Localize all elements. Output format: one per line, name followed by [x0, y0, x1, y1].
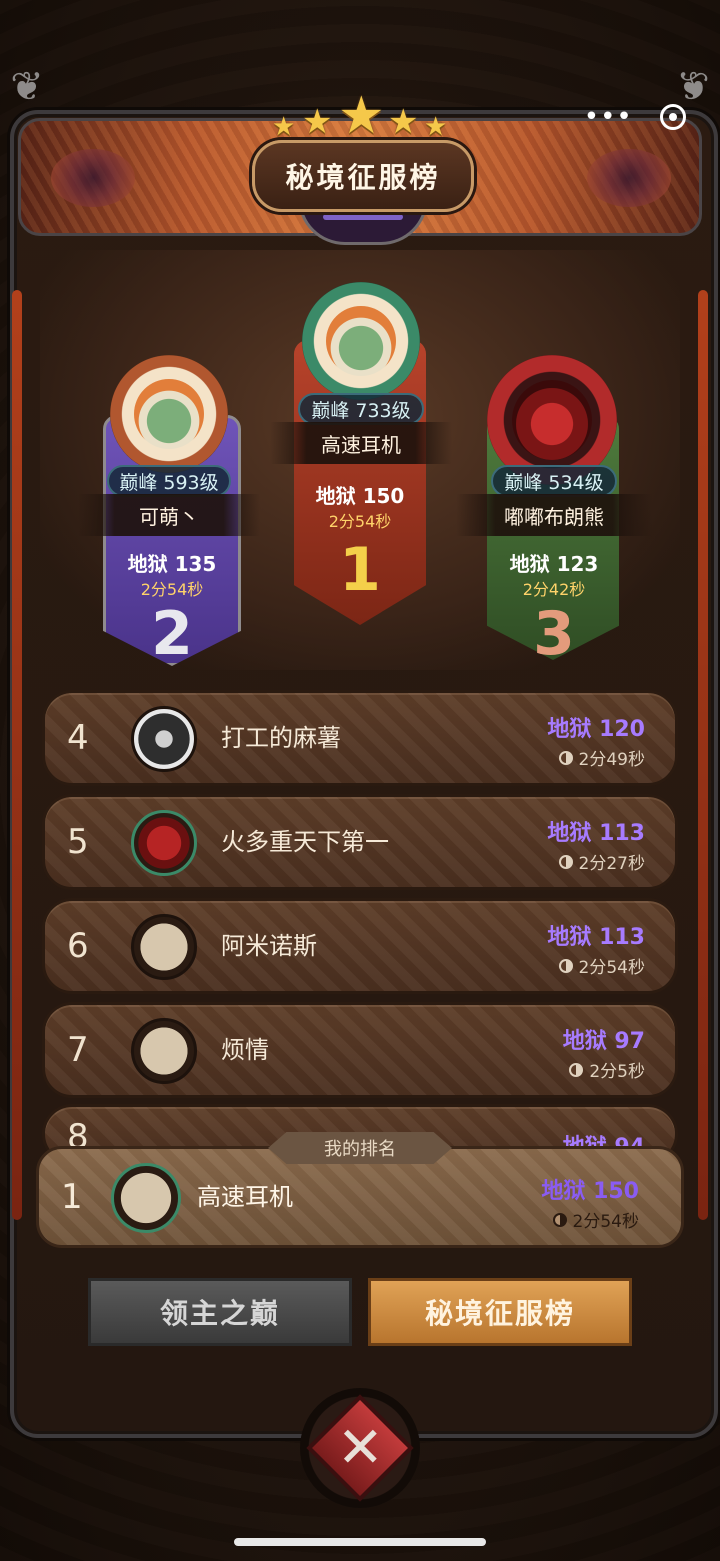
- left-rail: [12, 290, 22, 1220]
- my-rank-label: 我的排名: [268, 1132, 452, 1164]
- stars-decor: ★ ★ ★ ★ ★: [266, 86, 456, 148]
- right-rail: [698, 290, 708, 1220]
- list-item[interactable]: 4 打工的麻薯 地狱 120 2分49秒: [42, 690, 678, 786]
- avatar[interactable]: [131, 1018, 197, 1084]
- miniprogram-capsule[interactable]: •••: [570, 97, 700, 137]
- star-icon: ★: [424, 112, 448, 142]
- difficulty-score: 地狱 120: [547, 717, 645, 742]
- star-icon: ★: [388, 102, 419, 142]
- difficulty-score: 地狱 135: [127, 552, 217, 576]
- clear-time: 2分54秒: [140, 580, 204, 599]
- rank-number: 2: [151, 599, 193, 669]
- clear-time: 2分54秒: [578, 958, 645, 978]
- list-item[interactable]: 5 火多重天下第一 地狱 113 2分27秒: [42, 794, 678, 890]
- difficulty-score: 地狱 123: [509, 552, 599, 576]
- frame-corner-ornament-icon: ❦: [10, 64, 44, 110]
- clock-icon: [558, 958, 573, 973]
- rank-number: 4: [67, 718, 89, 758]
- avatar[interactable]: [131, 706, 197, 772]
- player-name: 高速耳机: [270, 422, 452, 464]
- avatar[interactable]: [131, 810, 197, 876]
- difficulty-score: 地狱 97: [562, 1029, 645, 1054]
- page-title: 秘境征服榜: [252, 140, 474, 212]
- difficulty-score: 地狱 150: [315, 484, 405, 508]
- clear-time-wrap: 2分54秒: [552, 1207, 639, 1232]
- clear-time: 2分54秒: [572, 1212, 639, 1232]
- rank-number: 1: [339, 535, 381, 605]
- avatar[interactable]: [110, 355, 228, 473]
- tab-secret-realm[interactable]: 秘境征服榜: [368, 1278, 632, 1346]
- clear-time: 2分42秒: [522, 580, 586, 599]
- avatar[interactable]: [131, 914, 197, 980]
- dragon-avatar-icon: [511, 379, 593, 461]
- level-tag: 巅峰 534级: [491, 465, 617, 497]
- player-name: 可萌丶: [78, 494, 260, 536]
- level-tag: 巅峰 733级: [298, 393, 424, 425]
- clear-time-wrap: 2分54秒: [558, 953, 645, 978]
- tab-lord-peak[interactable]: 领主之巅: [88, 1278, 352, 1346]
- more-dots-icon[interactable]: •••: [584, 104, 633, 130]
- avatar[interactable]: [111, 1163, 181, 1233]
- target-icon[interactable]: [660, 104, 687, 130]
- list-item[interactable]: 7 烦情 地狱 97 2分5秒: [42, 1002, 678, 1098]
- rank-number: 6: [67, 926, 89, 966]
- player-name: 打工的麻薯: [221, 724, 341, 752]
- clear-time: 2分54秒: [328, 512, 392, 531]
- banner-eye-decor: [51, 149, 135, 207]
- star-icon: ★: [302, 102, 333, 142]
- fox-avatar-icon: [133, 378, 205, 450]
- clock-icon: [569, 1062, 584, 1077]
- clear-time: 2分5秒: [589, 1062, 645, 1082]
- difficulty-score: 地狱 113: [547, 821, 645, 846]
- home-indicator[interactable]: [234, 1538, 486, 1546]
- avatar[interactable]: [302, 282, 420, 400]
- star-icon: ★: [272, 112, 296, 142]
- rank-number: 3: [533, 599, 575, 669]
- close-button[interactable]: ✕: [300, 1388, 420, 1508]
- player-name: 高速耳机: [197, 1183, 293, 1211]
- clock-icon: [552, 1212, 567, 1227]
- level-tag: 巅峰 593级: [107, 465, 231, 497]
- rank-number: 5: [67, 822, 89, 862]
- clear-time-wrap: 2分49秒: [558, 745, 645, 770]
- rank-number: 1: [61, 1177, 83, 1217]
- list-item[interactable]: 6 阿米诺斯 地狱 113 2分54秒: [42, 898, 678, 994]
- player-name: 火多重天下第一: [221, 828, 389, 856]
- close-button-plate[interactable]: ✕: [306, 1394, 414, 1502]
- clear-time-wrap: 2分27秒: [558, 849, 645, 874]
- difficulty-score: 地狱 113: [547, 925, 645, 950]
- clear-time: 2分27秒: [578, 854, 645, 874]
- player-name: 烦情: [221, 1036, 269, 1064]
- difficulty-score: 地狱 150: [541, 1179, 639, 1204]
- fox-avatar-icon: [325, 305, 397, 377]
- clear-time: 2分49秒: [578, 750, 645, 770]
- star-icon: ★: [338, 86, 385, 146]
- clear-time-wrap: 2分5秒: [569, 1057, 645, 1082]
- player-name: 阿米诺斯: [221, 932, 317, 960]
- player-name: 嘟嘟布朗熊: [456, 494, 652, 536]
- rank-number: 7: [67, 1030, 89, 1070]
- close-x-icon[interactable]: ✕: [337, 1415, 384, 1480]
- clock-icon: [558, 750, 573, 765]
- clock-icon: [558, 854, 573, 869]
- banner-eye-decor: [587, 149, 671, 207]
